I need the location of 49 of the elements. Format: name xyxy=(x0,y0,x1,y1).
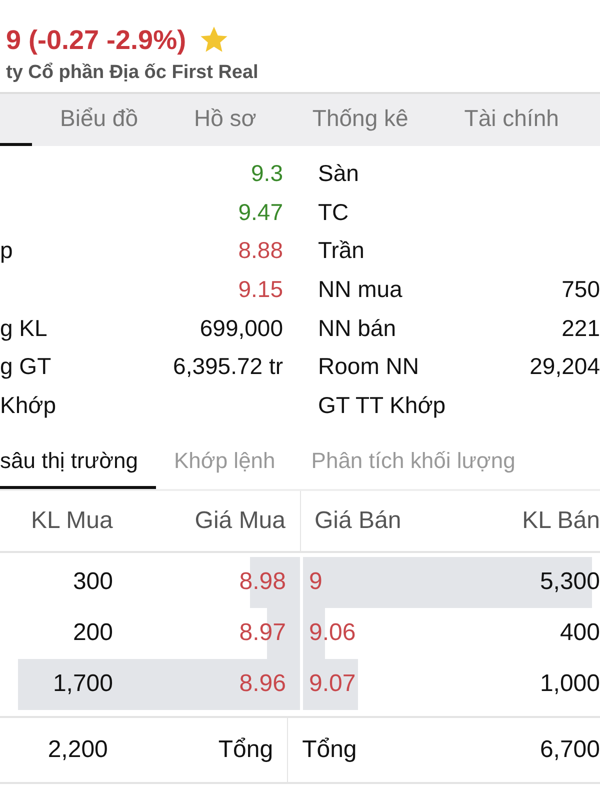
stat-value: 699,000 xyxy=(200,314,283,342)
stat-value: 9.3 xyxy=(251,160,283,187)
column-header: Giá Bán xyxy=(314,506,402,535)
table-cell: 400 xyxy=(560,619,600,648)
stat-label: Khớp xyxy=(0,392,56,419)
stat-label: Trần xyxy=(318,237,364,264)
stat-value: 9.15 xyxy=(238,276,283,303)
stat-label: Sàn xyxy=(318,160,359,187)
stat-value: 8.88 xyxy=(238,237,283,264)
price-change: 9 (-0.27 -2.9%) xyxy=(6,24,186,56)
table-cell: 5,300 xyxy=(540,568,600,596)
table-cell: 2,200 xyxy=(48,736,108,764)
table-cell: 1,000 xyxy=(540,670,600,698)
stat-label: g KL xyxy=(0,314,48,342)
column-header: KL Mua xyxy=(30,506,113,535)
stat-label: Room NN xyxy=(318,353,419,380)
tab[interactable]: Thống kê xyxy=(284,94,436,146)
stat-value: 221 xyxy=(562,314,600,342)
stat-label: GT TT Khớp xyxy=(318,392,446,419)
stat-value: 9.47 xyxy=(238,198,283,226)
tab[interactable]: Hồ sơ xyxy=(166,94,284,146)
table-cell: 6,700 xyxy=(540,736,600,764)
table-cell: 200 xyxy=(72,619,113,648)
table-cell: Tổng xyxy=(302,736,357,764)
table-cell: Tổng xyxy=(218,736,274,764)
stat-value: 29,204 xyxy=(530,353,600,380)
stat-label: g GT xyxy=(0,353,52,380)
table-cell: 8.96 xyxy=(239,670,286,698)
table-cell: 1,700 xyxy=(52,670,113,698)
table-cell: 9.07 xyxy=(309,670,356,698)
table-cell: 9.06 xyxy=(309,619,356,648)
table-cell: 300 xyxy=(72,568,113,596)
stat-label: p xyxy=(0,237,13,264)
table-cell: 9 xyxy=(309,568,322,596)
tab[interactable]: Khớp lệnh xyxy=(174,436,294,489)
stat-label: NN bán xyxy=(318,314,396,342)
stat-label: NN mua xyxy=(318,276,402,303)
tab[interactable]: Tài chính xyxy=(436,94,587,146)
table-cell: 8.98 xyxy=(239,568,286,596)
column-header: KL Bán xyxy=(522,506,600,535)
company-name: ty Cổ phần Địa ốc First Real xyxy=(6,62,260,84)
stat-value: 750 xyxy=(562,276,600,303)
stat-label: TC xyxy=(318,198,349,226)
column-header: Giá Mua xyxy=(194,506,286,535)
table-cell: 8.97 xyxy=(239,619,286,648)
stat-value: 6,395.72 tr xyxy=(173,353,283,380)
tab[interactable]: Phân tích khối lượng xyxy=(311,436,534,489)
tab[interactable]: sâu thị trường xyxy=(0,436,156,489)
tab[interactable]: Biểu đồ xyxy=(32,94,166,146)
